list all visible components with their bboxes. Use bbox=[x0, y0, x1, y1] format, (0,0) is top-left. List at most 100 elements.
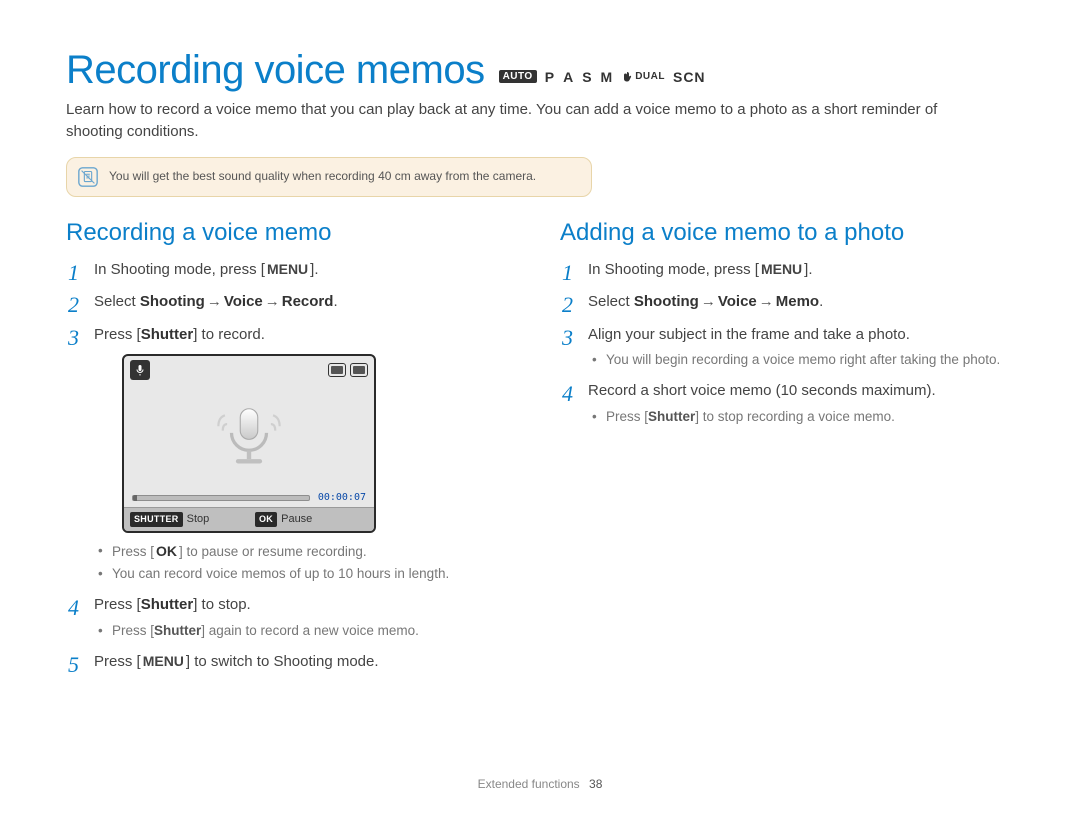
sub-item: Press [Shutter] again to record a new vo… bbox=[94, 621, 520, 641]
lcd-screenshot: 00:00:07 SHUTTER Stop OK Pause bbox=[122, 354, 376, 533]
intro-text: Learn how to record a voice memo that yo… bbox=[66, 99, 986, 143]
mode-p: P bbox=[545, 69, 555, 85]
hand-icon bbox=[621, 71, 633, 83]
menu-key: MENU bbox=[759, 259, 804, 280]
text: In Shooting mode, press [ bbox=[588, 261, 759, 278]
text: ] to pause or resume recording. bbox=[179, 544, 367, 559]
ok-tag: OK bbox=[255, 512, 277, 528]
memory-icon bbox=[328, 363, 346, 377]
path-b: Voice bbox=[224, 293, 263, 310]
path-b: Voice bbox=[718, 293, 757, 310]
text: ] to stop. bbox=[193, 596, 251, 613]
path-a: Shooting bbox=[634, 293, 699, 310]
lcd-top-bar bbox=[124, 356, 374, 380]
col-left: Recording a voice memo In Shooting mode,… bbox=[66, 219, 520, 684]
shutter-key: Shutter bbox=[154, 623, 201, 638]
text: Select bbox=[94, 293, 140, 310]
text: Press [ bbox=[606, 409, 648, 424]
left-step-4: Press [Shutter] to stop. Press [Shutter]… bbox=[66, 594, 520, 641]
text: Press [ bbox=[94, 596, 141, 613]
battery-icon bbox=[350, 363, 368, 377]
text: ]. bbox=[804, 261, 812, 278]
mode-scn: SCN bbox=[673, 69, 706, 85]
text: ] to stop recording a voice memo. bbox=[695, 409, 895, 424]
left-step-2: Select Shooting→Voice→Record. bbox=[66, 291, 520, 314]
text: In Shooting mode, press [ bbox=[94, 261, 265, 278]
left-step-3: Press [Shutter] to record. bbox=[66, 324, 520, 585]
page-number: 38 bbox=[589, 777, 602, 791]
microphone-icon bbox=[130, 360, 150, 380]
text: . bbox=[819, 293, 823, 310]
arrow-icon: → bbox=[699, 293, 718, 310]
text: Press [ bbox=[112, 544, 154, 559]
arrow-icon: → bbox=[205, 293, 224, 310]
text: Align your subject in the frame and take… bbox=[588, 326, 910, 343]
page-title: Recording voice memos bbox=[66, 48, 485, 93]
menu-key: MENU bbox=[265, 259, 310, 280]
shutter-tag: SHUTTER bbox=[130, 512, 183, 528]
stop-label: Stop bbox=[187, 511, 210, 528]
right-step-1: In Shooting mode, press [MENU]. bbox=[560, 259, 1014, 282]
mode-s: S bbox=[582, 69, 592, 85]
path-c: Memo bbox=[776, 293, 819, 310]
text: Press [ bbox=[94, 653, 141, 670]
elapsed-time: 00:00:07 bbox=[318, 490, 366, 505]
sub-item: Press [Shutter] to stop recording a voic… bbox=[588, 407, 1014, 427]
text: Record a short voice memo (10 seconds ma… bbox=[588, 382, 936, 399]
text: Select bbox=[588, 293, 634, 310]
sub-item: You can record voice memos of up to 10 h… bbox=[94, 564, 520, 584]
path-a: Shooting bbox=[140, 293, 205, 310]
lcd-center bbox=[124, 380, 374, 490]
lcd-footer: SHUTTER Stop OK Pause bbox=[124, 507, 374, 531]
lcd-footer-pause: OK Pause bbox=[249, 508, 374, 531]
note-text: You will get the best sound quality when… bbox=[109, 168, 536, 184]
lcd-progress: 00:00:07 bbox=[124, 490, 374, 507]
text: . bbox=[333, 293, 337, 310]
path-c: Record bbox=[282, 293, 334, 310]
text: ]. bbox=[310, 261, 318, 278]
columns: Recording a voice memo In Shooting mode,… bbox=[66, 219, 1014, 684]
text: ] again to record a new voice memo. bbox=[201, 623, 419, 638]
text: ] to record. bbox=[193, 326, 265, 343]
right-heading: Adding a voice memo to a photo bbox=[560, 219, 1014, 247]
text: Press [ bbox=[112, 623, 154, 638]
manual-page: Recording voice memos AUTO P A S M DUAL … bbox=[0, 0, 1080, 815]
page-footer: Extended functions 38 bbox=[0, 777, 1080, 791]
right-step3-sub: You will begin recording a voice memo ri… bbox=[588, 350, 1014, 370]
arrow-icon: → bbox=[757, 293, 776, 310]
left-step4-sub: Press [Shutter] again to record a new vo… bbox=[94, 621, 520, 641]
text: ] to switch to Shooting mode. bbox=[186, 653, 379, 670]
note-icon bbox=[77, 166, 99, 188]
menu-key: MENU bbox=[141, 651, 186, 672]
microphone-large-icon bbox=[214, 400, 284, 470]
text: Press [ bbox=[94, 326, 141, 343]
mode-auto-badge: AUTO bbox=[499, 70, 537, 83]
progress-track bbox=[132, 495, 310, 501]
note-box: You will get the best sound quality when… bbox=[66, 157, 592, 197]
pause-label: Pause bbox=[281, 511, 312, 528]
right-step-4: Record a short voice memo (10 seconds ma… bbox=[560, 380, 1014, 427]
shutter-key: Shutter bbox=[141, 326, 194, 343]
lcd-footer-stop: SHUTTER Stop bbox=[124, 508, 249, 531]
left-heading: Recording a voice memo bbox=[66, 219, 520, 247]
mode-dual: DUAL bbox=[621, 71, 665, 83]
left-step3-sub: Press [OK] to pause or resume recording.… bbox=[94, 541, 520, 585]
right-step-2: Select Shooting→Voice→Memo. bbox=[560, 291, 1014, 314]
ok-key: OK bbox=[154, 541, 179, 562]
right-step4-sub: Press [Shutter] to stop recording a voic… bbox=[588, 407, 1014, 427]
title-row: Recording voice memos AUTO P A S M DUAL … bbox=[66, 48, 1014, 93]
mode-a: A bbox=[563, 69, 574, 85]
mode-strip: AUTO P A S M DUAL SCN bbox=[499, 69, 706, 85]
col-right: Adding a voice memo to a photo In Shooti… bbox=[560, 219, 1014, 684]
sub-item: Press [OK] to pause or resume recording. bbox=[94, 541, 520, 562]
left-step-1: In Shooting mode, press [MENU]. bbox=[66, 259, 520, 282]
right-step-3: Align your subject in the frame and take… bbox=[560, 324, 1014, 371]
left-steps: In Shooting mode, press [MENU]. Select S… bbox=[66, 259, 520, 674]
right-steps: In Shooting mode, press [MENU]. Select S… bbox=[560, 259, 1014, 428]
shutter-key: Shutter bbox=[141, 596, 194, 613]
mode-dual-label: DUAL bbox=[635, 71, 665, 82]
shutter-key: Shutter bbox=[648, 409, 695, 424]
sub-item: You will begin recording a voice memo ri… bbox=[588, 350, 1014, 370]
footer-section: Extended functions bbox=[478, 777, 580, 791]
mode-m: M bbox=[601, 69, 614, 85]
